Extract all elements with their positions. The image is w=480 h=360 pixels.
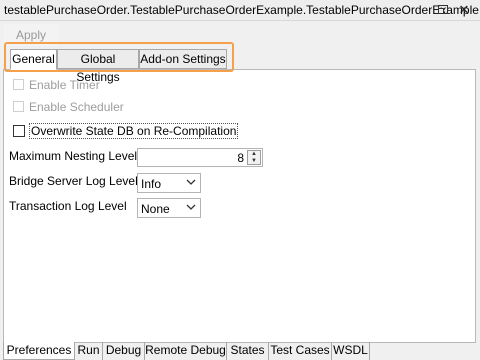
bottom-tab-debug[interactable]: Debug xyxy=(103,342,145,360)
spin-buttons: ▲ ▼ xyxy=(247,150,261,165)
close-icon[interactable]: ✕ xyxy=(457,3,471,17)
chevron-down-icon xyxy=(186,204,196,210)
overwrite-state-db-checkbox[interactable] xyxy=(13,125,25,137)
title-bar: testablePurchaseOrder.TestablePurchaseOr… xyxy=(0,0,480,21)
bridge-log-select[interactable]: Info xyxy=(137,173,201,193)
chevron-down-icon xyxy=(186,179,196,185)
bottom-tab-bar: Preferences Run Debug Remote Debug State… xyxy=(0,342,480,360)
enable-scheduler-label: Enable Scheduler xyxy=(29,100,124,114)
bottom-tab-states[interactable]: States xyxy=(227,342,269,360)
max-nesting-label: Maximum Nesting Level xyxy=(9,149,138,163)
transaction-log-value: None xyxy=(141,202,170,216)
window-title: testablePurchaseOrder.TestablePurchaseOr… xyxy=(4,3,479,17)
enable-timer-label: Enable Timer xyxy=(29,78,100,92)
max-nesting-value[interactable]: 8 xyxy=(237,151,244,165)
tabs-highlight-box xyxy=(4,42,234,72)
restore-window-icon[interactable] xyxy=(437,3,451,17)
bridge-log-label: Bridge Server Log Level xyxy=(9,174,138,188)
bottom-tab-test-cases[interactable]: Test Cases xyxy=(269,342,332,360)
bottom-tab-wsdl[interactable]: WSDL xyxy=(332,342,370,360)
bottom-tab-preferences[interactable]: Preferences xyxy=(3,342,75,360)
overwrite-state-db-label[interactable]: Overwrite State DB on Re-Compilation xyxy=(29,123,239,139)
enable-scheduler-checkbox[interactable] xyxy=(13,101,24,112)
bottom-tab-run[interactable]: Run xyxy=(75,342,103,360)
transaction-log-label: Transaction Log Level xyxy=(9,199,127,213)
transaction-log-select[interactable]: None xyxy=(137,198,201,218)
max-nesting-spinner[interactable]: 8 ▲ ▼ xyxy=(137,148,263,167)
bridge-log-value: Info xyxy=(141,177,162,191)
bottom-tab-remote-debug[interactable]: Remote Debug xyxy=(145,342,227,360)
enable-timer-checkbox[interactable] xyxy=(13,79,24,90)
spin-down-arrow-icon[interactable]: ▼ xyxy=(248,158,260,164)
spin-up-arrow-icon[interactable]: ▲ xyxy=(248,151,260,157)
